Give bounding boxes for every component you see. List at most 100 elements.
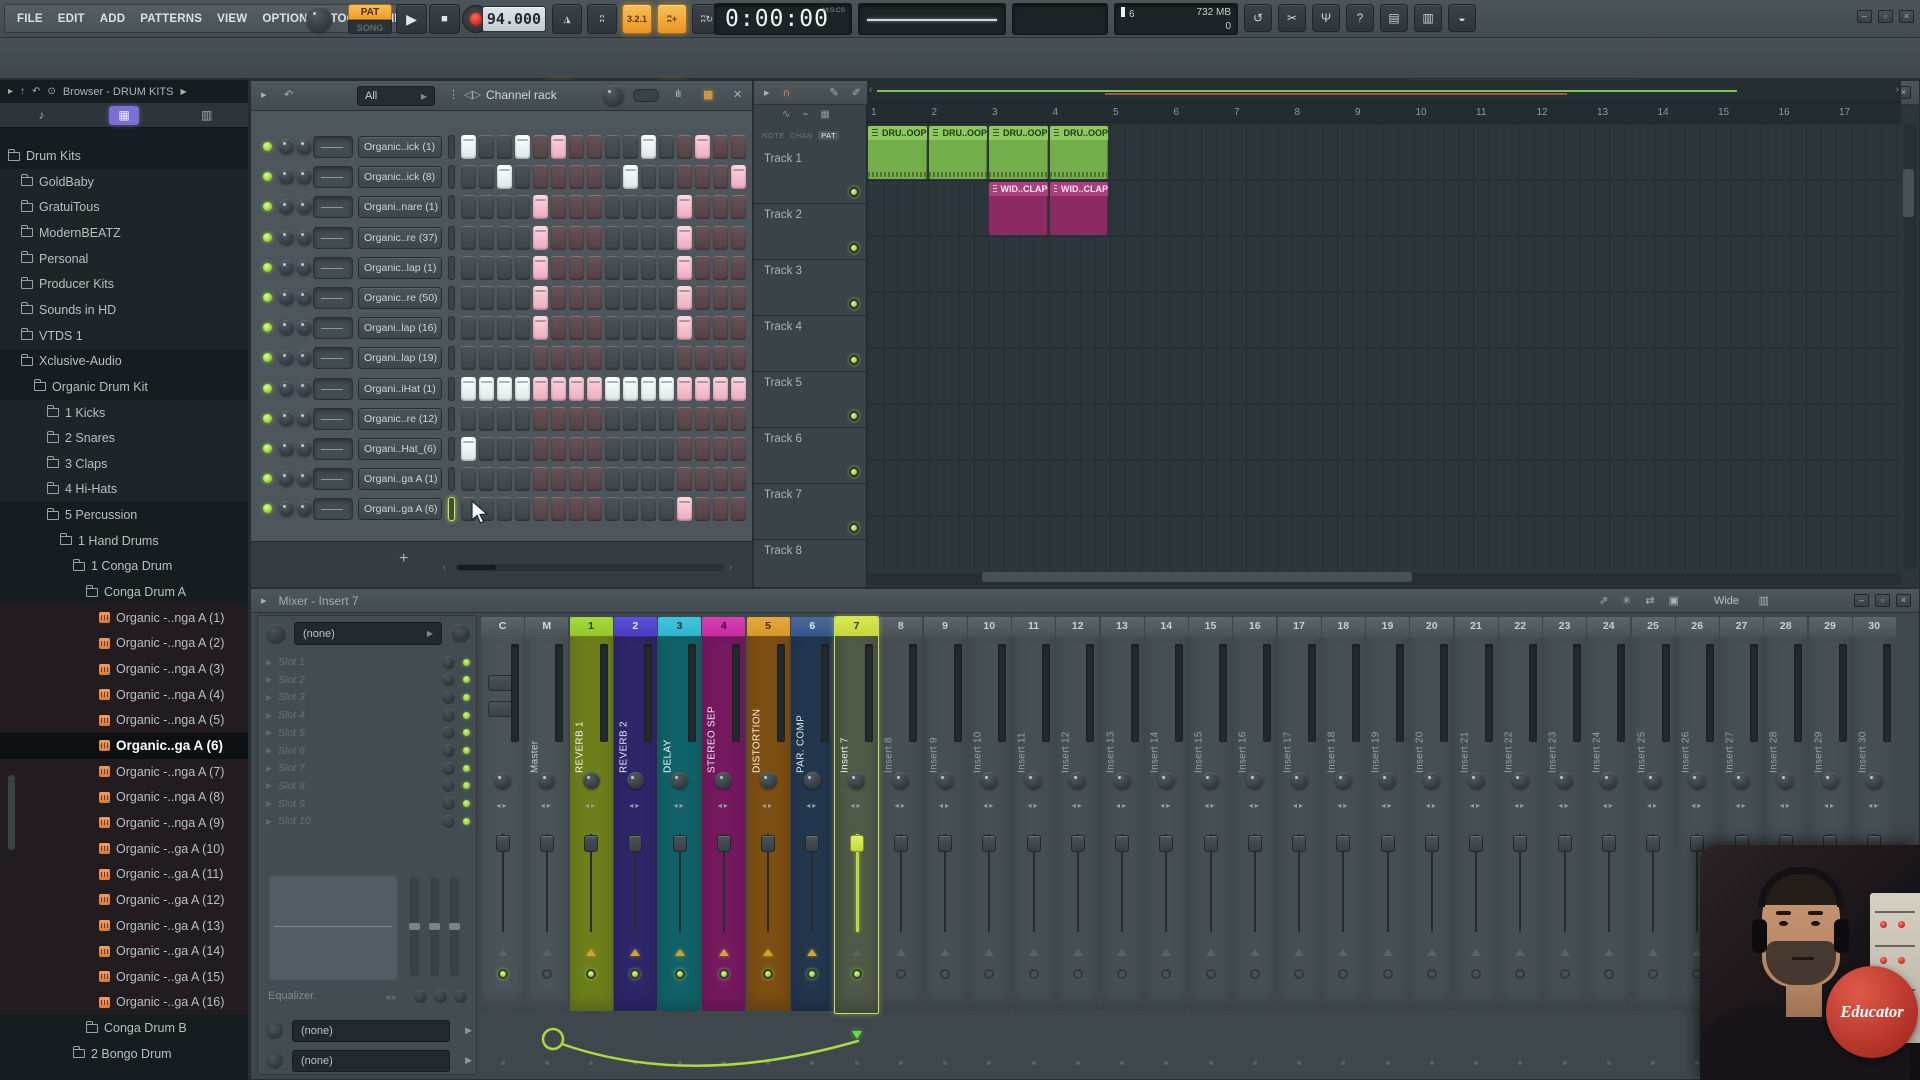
track-pan-knob[interactable] bbox=[981, 772, 998, 789]
step-5[interactable] bbox=[533, 346, 548, 370]
track-pan-knob[interactable] bbox=[1512, 772, 1529, 789]
stereo-separation-icon[interactable]: ◂▸ bbox=[968, 801, 1011, 810]
step-8[interactable] bbox=[587, 135, 602, 159]
pattern-clip[interactable]: DRU..OOP bbox=[868, 126, 927, 179]
track-pan-knob[interactable] bbox=[937, 772, 954, 789]
channel-button[interactable]: Organi..lap (16) bbox=[358, 317, 442, 339]
mixer-track-C[interactable]: C◂▸ bbox=[481, 617, 524, 1077]
channel-selector[interactable] bbox=[448, 377, 455, 401]
mixer-track-3[interactable]: 3DELAY◂▸ bbox=[658, 617, 701, 1077]
step-3[interactable] bbox=[497, 467, 512, 491]
browser-sample[interactable]: Organic -..ga A (13) bbox=[0, 913, 248, 939]
step-13[interactable] bbox=[677, 195, 692, 219]
step-9[interactable] bbox=[605, 195, 620, 219]
channel-display[interactable] bbox=[313, 257, 353, 279]
step-7[interactable] bbox=[569, 256, 584, 280]
mixer-track-number[interactable]: 2 bbox=[614, 617, 657, 636]
graph-editor-icon[interactable]: ılı bbox=[675, 88, 681, 100]
scroll-right-bracket[interactable]: › bbox=[1896, 84, 1899, 95]
step-8[interactable] bbox=[587, 377, 602, 401]
channel-volume-knob[interactable] bbox=[297, 260, 312, 275]
step-6[interactable] bbox=[551, 195, 566, 219]
channel-volume-knob[interactable] bbox=[297, 411, 312, 426]
pattern-clip[interactable]: DRU..OOP bbox=[1050, 126, 1109, 179]
mixer-track-15[interactable]: 15Insert 15◂▸ bbox=[1189, 617, 1232, 1077]
channel-display[interactable] bbox=[313, 166, 353, 188]
slot-arrow-icon[interactable]: ▶ bbox=[266, 817, 278, 826]
step-15[interactable] bbox=[713, 346, 728, 370]
step-4[interactable] bbox=[515, 467, 530, 491]
clip-menu-icon[interactable] bbox=[993, 129, 999, 137]
send-switch-icon[interactable] bbox=[1029, 949, 1039, 956]
step-13[interactable] bbox=[677, 316, 692, 340]
browser-sample[interactable]: Organic -..nga A (9) bbox=[0, 810, 248, 836]
step-4[interactable] bbox=[515, 195, 530, 219]
step-7[interactable] bbox=[569, 497, 584, 521]
channel-button[interactable]: Organic..ick (1) bbox=[358, 136, 442, 158]
mixer-track-number[interactable]: 15 bbox=[1189, 617, 1232, 636]
clip-menu-icon[interactable] bbox=[1054, 129, 1060, 137]
channel-pan-knob[interactable] bbox=[279, 441, 294, 456]
send-selector-2[interactable]: (none) bbox=[292, 1050, 450, 1072]
track-fader[interactable] bbox=[1336, 835, 1350, 852]
time-display[interactable]: 0:00:00 M:S:CS bbox=[714, 3, 852, 35]
stereo-separation-icon[interactable]: ◂▸ bbox=[525, 801, 568, 810]
step-15[interactable] bbox=[713, 226, 728, 250]
channel-button[interactable]: Organic..re (37) bbox=[358, 227, 442, 249]
mixer-track-number[interactable]: 8 bbox=[879, 617, 922, 636]
step-11[interactable] bbox=[641, 286, 656, 310]
step-2[interactable] bbox=[479, 407, 494, 431]
track-mute-led[interactable] bbox=[719, 969, 729, 979]
track-mute-led[interactable] bbox=[1294, 969, 1304, 979]
picker-tab-pat[interactable]: PAT bbox=[818, 131, 839, 140]
step-8[interactable] bbox=[587, 497, 602, 521]
step-12[interactable] bbox=[659, 407, 674, 431]
mixer-track-number[interactable]: 4 bbox=[702, 617, 745, 636]
slot-arrow-icon[interactable]: ▶ bbox=[266, 728, 278, 737]
browser-folder[interactable]: Xclusive-Audio bbox=[0, 348, 248, 374]
track-pan-knob[interactable] bbox=[1556, 772, 1573, 789]
browser-sample[interactable]: Organic -..nga A (7) bbox=[0, 759, 248, 785]
step-9[interactable] bbox=[605, 497, 620, 521]
sidechain-dot[interactable] bbox=[1386, 1061, 1390, 1065]
channel-volume-knob[interactable] bbox=[297, 441, 312, 456]
track-pan-knob[interactable] bbox=[1733, 772, 1750, 789]
track-mute-led[interactable] bbox=[542, 969, 552, 979]
track-fader[interactable] bbox=[496, 835, 510, 852]
pattern-clip[interactable]: WID..CLAP bbox=[989, 182, 1048, 235]
fx-slot-6[interactable]: ▶Slot 6 bbox=[266, 743, 470, 759]
step-11[interactable] bbox=[641, 165, 656, 189]
browser-folder[interactable]: ModernBEATZ bbox=[0, 220, 248, 246]
step-5[interactable] bbox=[533, 226, 548, 250]
step-4[interactable] bbox=[515, 346, 530, 370]
step-15[interactable] bbox=[713, 316, 728, 340]
track-pan-knob[interactable] bbox=[671, 772, 688, 789]
step-7[interactable] bbox=[569, 316, 584, 340]
channel-volume-knob[interactable] bbox=[297, 169, 312, 184]
step-2[interactable] bbox=[479, 286, 494, 310]
mixer-track-number[interactable]: 10 bbox=[968, 617, 1011, 636]
mixer-track-21[interactable]: 21Insert 21◂▸ bbox=[1455, 617, 1498, 1077]
channel-selector[interactable] bbox=[448, 497, 455, 521]
send-switch-icon[interactable] bbox=[1648, 949, 1658, 956]
playlist-grid[interactable]: DRU..OOPDRU..OOPDRU..OOPDRU..OOPWID..CLA… bbox=[867, 123, 1901, 571]
track-fader[interactable] bbox=[1558, 835, 1572, 852]
channel-volume-knob[interactable] bbox=[297, 320, 312, 335]
mixer-track-number[interactable]: 26 bbox=[1676, 617, 1719, 636]
channel-selector[interactable] bbox=[448, 226, 455, 250]
step-2[interactable] bbox=[479, 316, 494, 340]
channel-selector[interactable] bbox=[448, 165, 455, 189]
slot-mix-knob[interactable] bbox=[442, 762, 455, 775]
view-mode-icon[interactable]: ▣ bbox=[1669, 594, 1679, 607]
step-7[interactable] bbox=[569, 437, 584, 461]
mixer-track-number[interactable]: 19 bbox=[1366, 617, 1409, 636]
send-selector-1[interactable]: (none) bbox=[292, 1020, 450, 1042]
track-fader[interactable] bbox=[1513, 835, 1527, 852]
swing-slider[interactable] bbox=[633, 89, 659, 102]
eq-freq-knob-2[interactable] bbox=[434, 990, 447, 1003]
step-10[interactable] bbox=[623, 346, 638, 370]
playlist-overview-scrollbar[interactable]: ‹ › bbox=[867, 81, 1901, 103]
send-switch-icon[interactable] bbox=[1604, 949, 1614, 956]
step-1[interactable] bbox=[461, 467, 476, 491]
route-target-icon[interactable] bbox=[852, 1031, 862, 1039]
